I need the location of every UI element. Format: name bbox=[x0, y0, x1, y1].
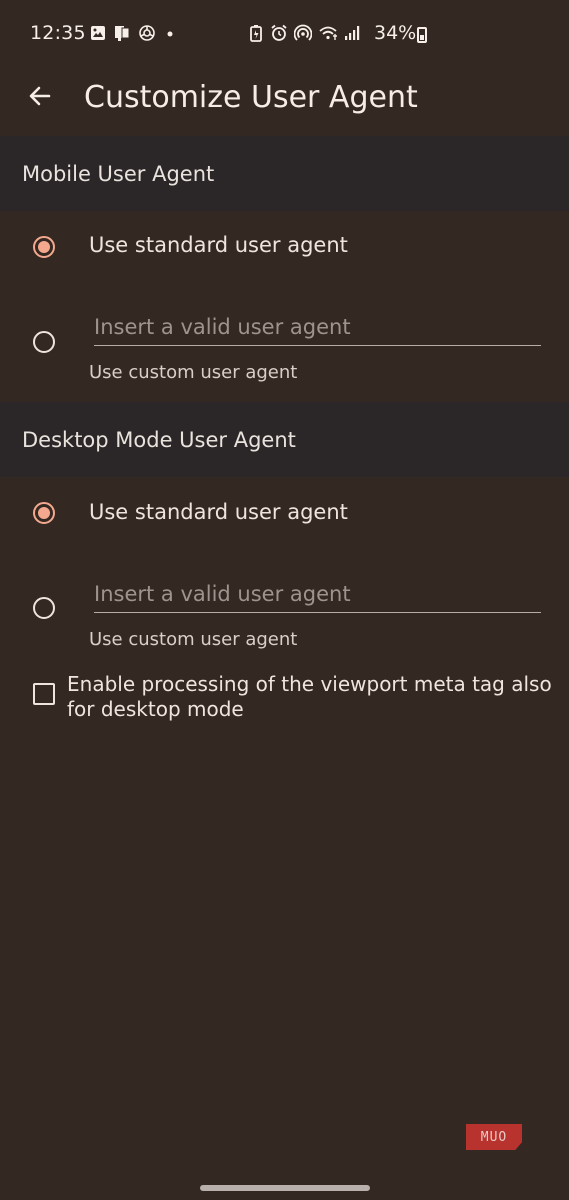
hotspot-icon bbox=[294, 24, 312, 42]
section-title-mobile: Mobile User Agent bbox=[22, 161, 215, 186]
section-header-mobile: Mobile User Agent bbox=[0, 136, 569, 211]
status-right-icons bbox=[248, 24, 362, 42]
viewport-meta-checkbox[interactable] bbox=[33, 683, 55, 705]
viewport-meta-label[interactable]: Enable processing of the viewport meta t… bbox=[67, 672, 562, 722]
notes-icon bbox=[113, 24, 131, 42]
mobile-standard-radio[interactable] bbox=[33, 236, 55, 258]
status-bar: 12:35 34% bbox=[0, 0, 569, 68]
desktop-standard-radio[interactable] bbox=[33, 502, 55, 524]
arrow-left-icon bbox=[27, 83, 53, 113]
openai-icon bbox=[138, 24, 156, 42]
back-button[interactable] bbox=[18, 76, 62, 120]
desktop-custom-radio[interactable] bbox=[33, 597, 55, 619]
mobile-custom-label: Use custom user agent bbox=[89, 362, 298, 383]
image-icon bbox=[90, 25, 106, 41]
status-left-icons bbox=[90, 24, 177, 42]
app-bar: Customize User Agent bbox=[0, 68, 569, 132]
page-title: Customize User Agent bbox=[84, 80, 418, 115]
alarm-icon bbox=[270, 24, 288, 42]
watermark-text: MUO bbox=[480, 1129, 508, 1145]
status-time: 12:35 bbox=[30, 22, 86, 44]
desktop-custom-label: Use custom user agent bbox=[89, 629, 298, 650]
battery-percentage: 34% bbox=[374, 22, 417, 44]
wifi-icon bbox=[318, 24, 338, 42]
desktop-custom-user-agent-input[interactable] bbox=[94, 579, 541, 613]
muo-watermark: MUO bbox=[466, 1124, 522, 1150]
section-title-desktop: Desktop Mode User Agent bbox=[22, 427, 296, 452]
signal-icon bbox=[344, 24, 362, 42]
mobile-custom-radio[interactable] bbox=[33, 331, 55, 353]
section-header-desktop: Desktop Mode User Agent bbox=[0, 402, 569, 477]
battery-icon bbox=[417, 27, 427, 43]
gesture-navigation-bar[interactable] bbox=[200, 1185, 370, 1191]
dot-icon bbox=[163, 25, 177, 41]
desktop-standard-label[interactable]: Use standard user agent bbox=[89, 500, 348, 524]
mobile-custom-user-agent-input[interactable] bbox=[94, 312, 541, 346]
mobile-standard-label[interactable]: Use standard user agent bbox=[89, 233, 348, 257]
battery-saver-icon bbox=[248, 24, 264, 42]
